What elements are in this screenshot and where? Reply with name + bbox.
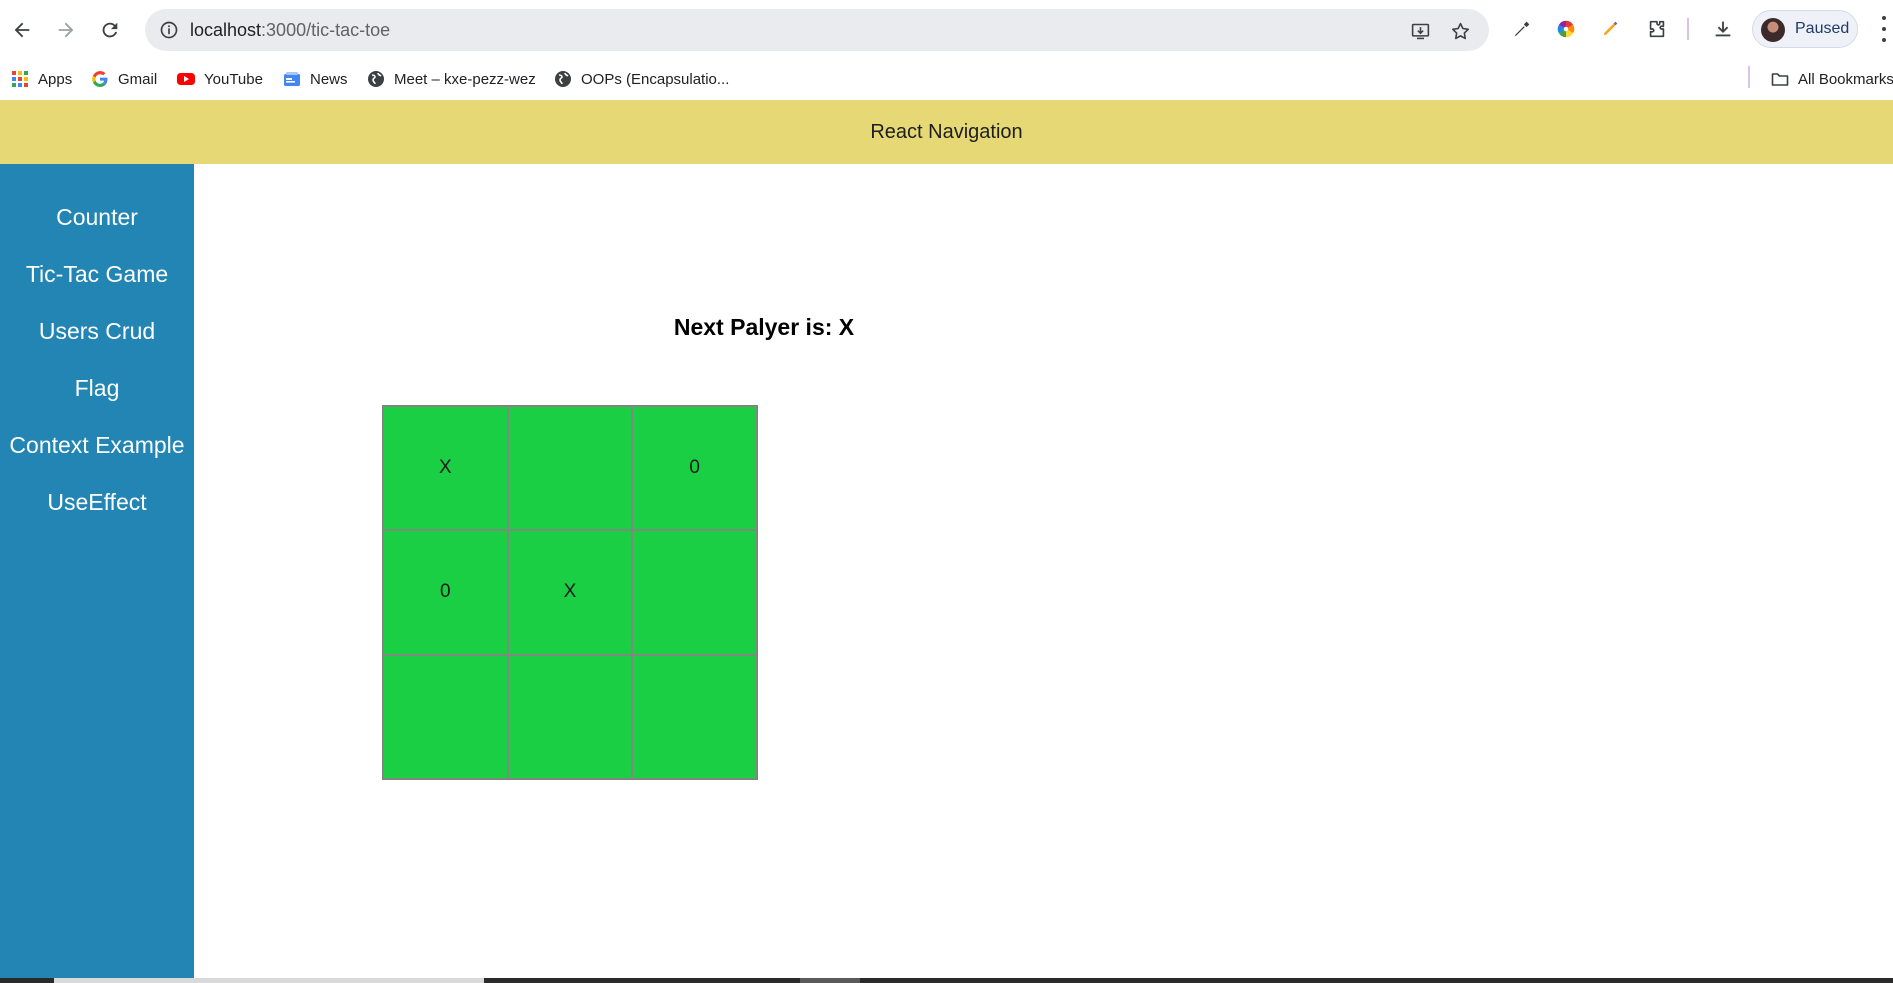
site-info-icon[interactable]	[157, 18, 181, 42]
google-icon	[90, 69, 110, 89]
board-cell[interactable]: 0	[383, 530, 508, 655]
app-header-title: React Navigation	[870, 120, 1023, 143]
scrollbar-thumb[interactable]	[54, 978, 484, 983]
bookmark-gmail[interactable]: Gmail	[90, 66, 157, 92]
url-host: localhost	[190, 20, 262, 40]
bookmarks-bar: Apps Gmail YouTube News Meet – kxe-pezz-…	[0, 58, 1893, 100]
browser-toolbar: localhost:3000/tic-tac-toe Paused	[0, 0, 1893, 58]
bookmark-youtube[interactable]: YouTube	[176, 66, 263, 92]
nav-link-counter[interactable]: Counter	[0, 197, 194, 237]
board-cell[interactable]	[383, 654, 508, 779]
nav-link-useeffect[interactable]: UseEffect	[0, 482, 194, 522]
tic-tac-toe-board: X 0 0 X	[382, 405, 758, 780]
app-header: React Navigation	[0, 100, 1893, 164]
game-status: Next Palyer is: X	[673, 314, 855, 340]
folder-icon	[1770, 69, 1790, 89]
install-app-icon[interactable]	[1407, 18, 1433, 44]
nav-link-context-example[interactable]: Context Example	[0, 425, 194, 465]
url-text[interactable]: localhost:3000/tic-tac-toe	[190, 20, 390, 41]
bookmark-meet[interactable]: Meet – kxe-pezz-wez	[366, 66, 536, 92]
bookmark-label: Gmail	[118, 70, 158, 88]
board-cell[interactable]	[632, 530, 757, 655]
reload-icon[interactable]	[92, 12, 128, 48]
url-path: :3000/tic-tac-toe	[261, 20, 391, 40]
youtube-icon	[176, 69, 196, 89]
board-cell[interactable]: X	[507, 530, 633, 655]
forward-icon[interactable]	[48, 12, 84, 48]
menu-icon[interactable]	[1878, 16, 1890, 42]
bookmark-apps[interactable]: Apps	[10, 66, 72, 92]
pen-icon[interactable]	[1596, 15, 1624, 43]
bookmark-news[interactable]: News	[282, 66, 348, 92]
scrollbar-mark	[800, 978, 860, 983]
eyedropper-icon[interactable]	[1508, 15, 1536, 43]
nav-link-users-crud[interactable]: Users Crud	[0, 311, 194, 351]
bookmark-label: OOPs (Encapsulatio...	[581, 70, 730, 88]
apps-grid-icon	[10, 69, 30, 89]
nav-link-tic-tac-game[interactable]: Tic-Tac Game	[0, 254, 194, 294]
bookmark-label: Apps	[38, 70, 73, 88]
bookmark-star-icon[interactable]	[1447, 18, 1473, 44]
bookmark-oops[interactable]: OOPs (Encapsulatio...	[553, 66, 729, 92]
downloads-icon[interactable]	[1709, 15, 1737, 43]
board-cell[interactable]	[507, 654, 633, 779]
board-cell[interactable]	[507, 406, 633, 531]
horizontal-scrollbar[interactable]	[0, 978, 1893, 983]
globe-icon	[553, 69, 573, 89]
profile-status-label: Paused	[1795, 20, 1850, 37]
board-cell[interactable]: X	[383, 406, 508, 531]
board-cell[interactable]	[632, 654, 757, 779]
globe-icon	[366, 69, 386, 89]
news-icon	[282, 69, 302, 89]
nav-link-flag[interactable]: Flag	[0, 368, 194, 408]
profile-button[interactable]: Paused	[1752, 10, 1858, 48]
back-icon[interactable]	[4, 12, 40, 48]
all-bookmarks[interactable]: All Bookmarks	[1770, 66, 1893, 92]
bookmark-label: News	[310, 70, 348, 88]
bookmark-label: Meet – kxe-pezz-wez	[394, 70, 536, 88]
all-bookmarks-label: All Bookmarks	[1798, 70, 1893, 88]
sidebar-nav: Counter Tic-Tac Game Users Crud Flag Con…	[0, 164, 194, 981]
avatar	[1761, 18, 1785, 42]
toolbar-separator	[1687, 18, 1689, 40]
extensions-icon[interactable]	[1643, 15, 1671, 43]
bookmarks-divider	[1748, 66, 1750, 88]
color-wheel-icon[interactable]	[1552, 15, 1580, 43]
bookmark-label: YouTube	[204, 70, 263, 88]
board-cell[interactable]: 0	[632, 406, 757, 531]
address-bar[interactable]: localhost:3000/tic-tac-toe	[145, 9, 1489, 51]
